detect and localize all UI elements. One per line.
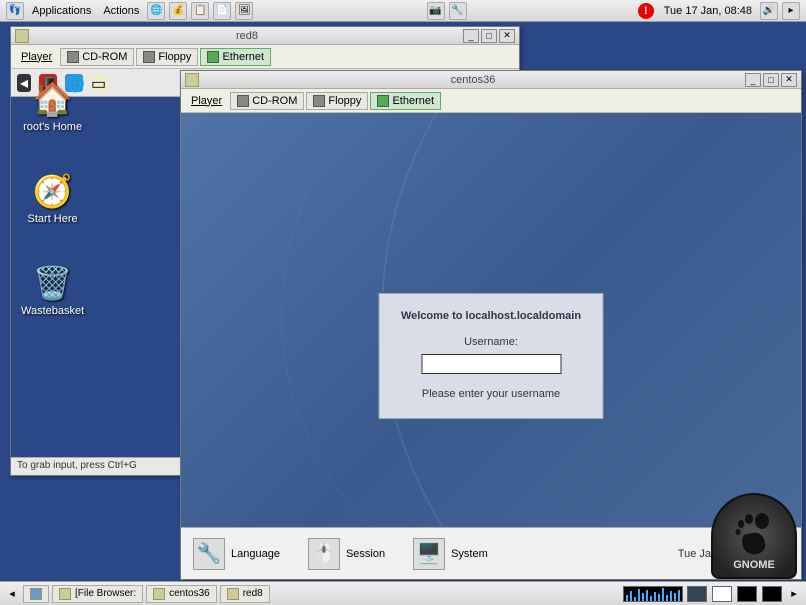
centos-cdrom-tab[interactable]: CD-ROM (230, 92, 304, 110)
launcher-icon-5[interactable]: 🖼 (235, 2, 253, 20)
wastebasket-icon[interactable]: 🗑️ Wastebasket (21, 261, 84, 317)
workspace-2[interactable] (712, 586, 732, 602)
centos-toolbar: Player CD-ROM Floppy Ethernet (181, 89, 801, 113)
session-label: Session (346, 548, 385, 560)
red8-title: red8 (33, 30, 461, 42)
launcher-icon-4[interactable]: 📄 (213, 2, 231, 20)
red8-task-label: red8 (243, 588, 263, 599)
centos36-task-label: centos36 (169, 588, 210, 599)
terminal-icon[interactable]: ▭ (91, 74, 109, 92)
gnome-foot-icon (734, 513, 774, 559)
minimize-button[interactable]: _ (463, 29, 479, 43)
cdrom-label: CD-ROM (252, 95, 297, 107)
gnome-label: GNOME (733, 559, 775, 571)
folder-icon (59, 588, 71, 600)
alert-icon[interactable]: ! (638, 3, 654, 19)
bottom-panel: ◂ [File Browser: centos36 red8 ▸ (0, 581, 806, 605)
session-icon: 🖱️ (308, 538, 340, 570)
centos36-title: centos36 (203, 74, 743, 86)
system-label: System (451, 548, 488, 560)
centos-desktop: Welcome to localhost.localdomain Usernam… (181, 113, 801, 579)
login-bottom-bar: 🔧 Language 🖱️ Session 🖥️ System Tue Jan … (181, 527, 801, 579)
red8-titlebar[interactable]: red8 _ □ ✕ (11, 27, 519, 45)
ethernet-icon (377, 95, 389, 107)
file-browser-task[interactable]: [File Browser: (52, 585, 143, 603)
language-button[interactable]: 🔧 Language (193, 538, 280, 570)
cdrom-icon (67, 51, 79, 63)
roots-home-icon[interactable]: 🏠 root's Home (23, 77, 82, 133)
start-here-icon[interactable]: 🧭 Start Here (28, 169, 78, 225)
volume-icon[interactable]: 🔊 (760, 2, 778, 20)
desktop-icons: 🏠 root's Home 🧭 Start Here 🗑️ Wastebaske… (21, 77, 84, 317)
workspace-1[interactable] (687, 586, 707, 602)
launcher-icon-1[interactable]: 🌐 (147, 2, 165, 20)
desktop-icon (30, 588, 42, 600)
window-icon (15, 29, 29, 43)
red8-ethernet-tab[interactable]: Ethernet (200, 48, 271, 66)
ethernet-label: Ethernet (222, 51, 264, 63)
foot-menu-icon[interactable]: 👣 (6, 2, 24, 20)
workspace-4[interactable] (762, 586, 782, 602)
wastebasket-label: Wastebasket (21, 305, 84, 317)
maximize-button[interactable]: □ (481, 29, 497, 43)
close-button[interactable]: ✕ (499, 29, 515, 43)
launcher-icon-2[interactable]: 💰 (169, 2, 187, 20)
centos36-window: centos36 _ □ ✕ Player CD-ROM Floppy Ethe… (180, 70, 802, 580)
cdrom-icon (237, 95, 249, 107)
panel-right-arrow[interactable]: ▸ (786, 587, 802, 600)
floppy-icon (313, 95, 325, 107)
system-button[interactable]: 🖥️ System (413, 538, 488, 570)
red8-toolbar: Player CD-ROM Floppy Ethernet (11, 45, 519, 69)
gnome-logo: GNOME (711, 493, 797, 579)
ethernet-icon (207, 51, 219, 63)
language-label: Language (231, 548, 280, 560)
minimize-button[interactable]: _ (745, 73, 761, 87)
tray-icon-2[interactable]: 🔧 (449, 2, 467, 20)
maximize-button[interactable]: □ (763, 73, 779, 87)
login-box: Welcome to localhost.localdomain Usernam… (379, 293, 604, 419)
roots-home-label: root's Home (23, 121, 82, 133)
vm-icon (227, 588, 239, 600)
launcher-icon-3[interactable]: 📋 (191, 2, 209, 20)
red8-floppy-tab[interactable]: Floppy (136, 48, 198, 66)
floppy-icon (143, 51, 155, 63)
centos36-task[interactable]: centos36 (146, 585, 217, 603)
file-browser-label: [File Browser: (75, 588, 136, 599)
floppy-label: Floppy (158, 51, 191, 63)
panel-left-arrow[interactable]: ◂ (4, 587, 20, 600)
tray-icon-1[interactable]: 📷 (427, 2, 445, 20)
system-monitor-applet[interactable] (623, 586, 683, 602)
clock[interactable]: Tue 17 Jan, 08:48 (658, 5, 758, 17)
trash-icon: 🗑️ (31, 261, 75, 305)
username-label: Username: (398, 336, 585, 348)
red8-cdrom-tab[interactable]: CD-ROM (60, 48, 134, 66)
language-icon: 🔧 (193, 538, 225, 570)
ethernet-label: Ethernet (392, 95, 434, 107)
session-button[interactable]: 🖱️ Session (308, 538, 385, 570)
centos-ethernet-tab[interactable]: Ethernet (370, 92, 441, 110)
applications-menu[interactable]: Applications (26, 3, 97, 19)
centos-floppy-tab[interactable]: Floppy (306, 92, 368, 110)
actions-menu[interactable]: Actions (97, 3, 145, 19)
window-icon (185, 73, 199, 87)
login-welcome: Welcome to localhost.localdomain (398, 310, 585, 322)
folder-home-icon: 🏠 (31, 77, 75, 121)
floppy-label: Floppy (328, 95, 361, 107)
close-button[interactable]: ✕ (781, 73, 797, 87)
red8-player-menu[interactable]: Player (15, 49, 58, 65)
start-here-label: Start Here (28, 213, 78, 225)
login-hint: Please enter your username (398, 388, 585, 400)
panel-arrow-icon[interactable]: ▸ (782, 2, 800, 20)
cdrom-label: CD-ROM (82, 51, 127, 63)
red8-task[interactable]: red8 (220, 585, 270, 603)
username-input[interactable] (421, 354, 561, 374)
top-panel: 👣 Applications Actions 🌐 💰 📋 📄 🖼 📷 🔧 ! T… (0, 0, 806, 22)
compass-icon: 🧭 (31, 169, 75, 213)
workspace-3[interactable] (737, 586, 757, 602)
vm-icon (153, 588, 165, 600)
system-icon: 🖥️ (413, 538, 445, 570)
centos-player-menu[interactable]: Player (185, 93, 228, 109)
centos36-titlebar[interactable]: centos36 _ □ ✕ (181, 71, 801, 89)
show-desktop-button[interactable] (23, 585, 49, 603)
